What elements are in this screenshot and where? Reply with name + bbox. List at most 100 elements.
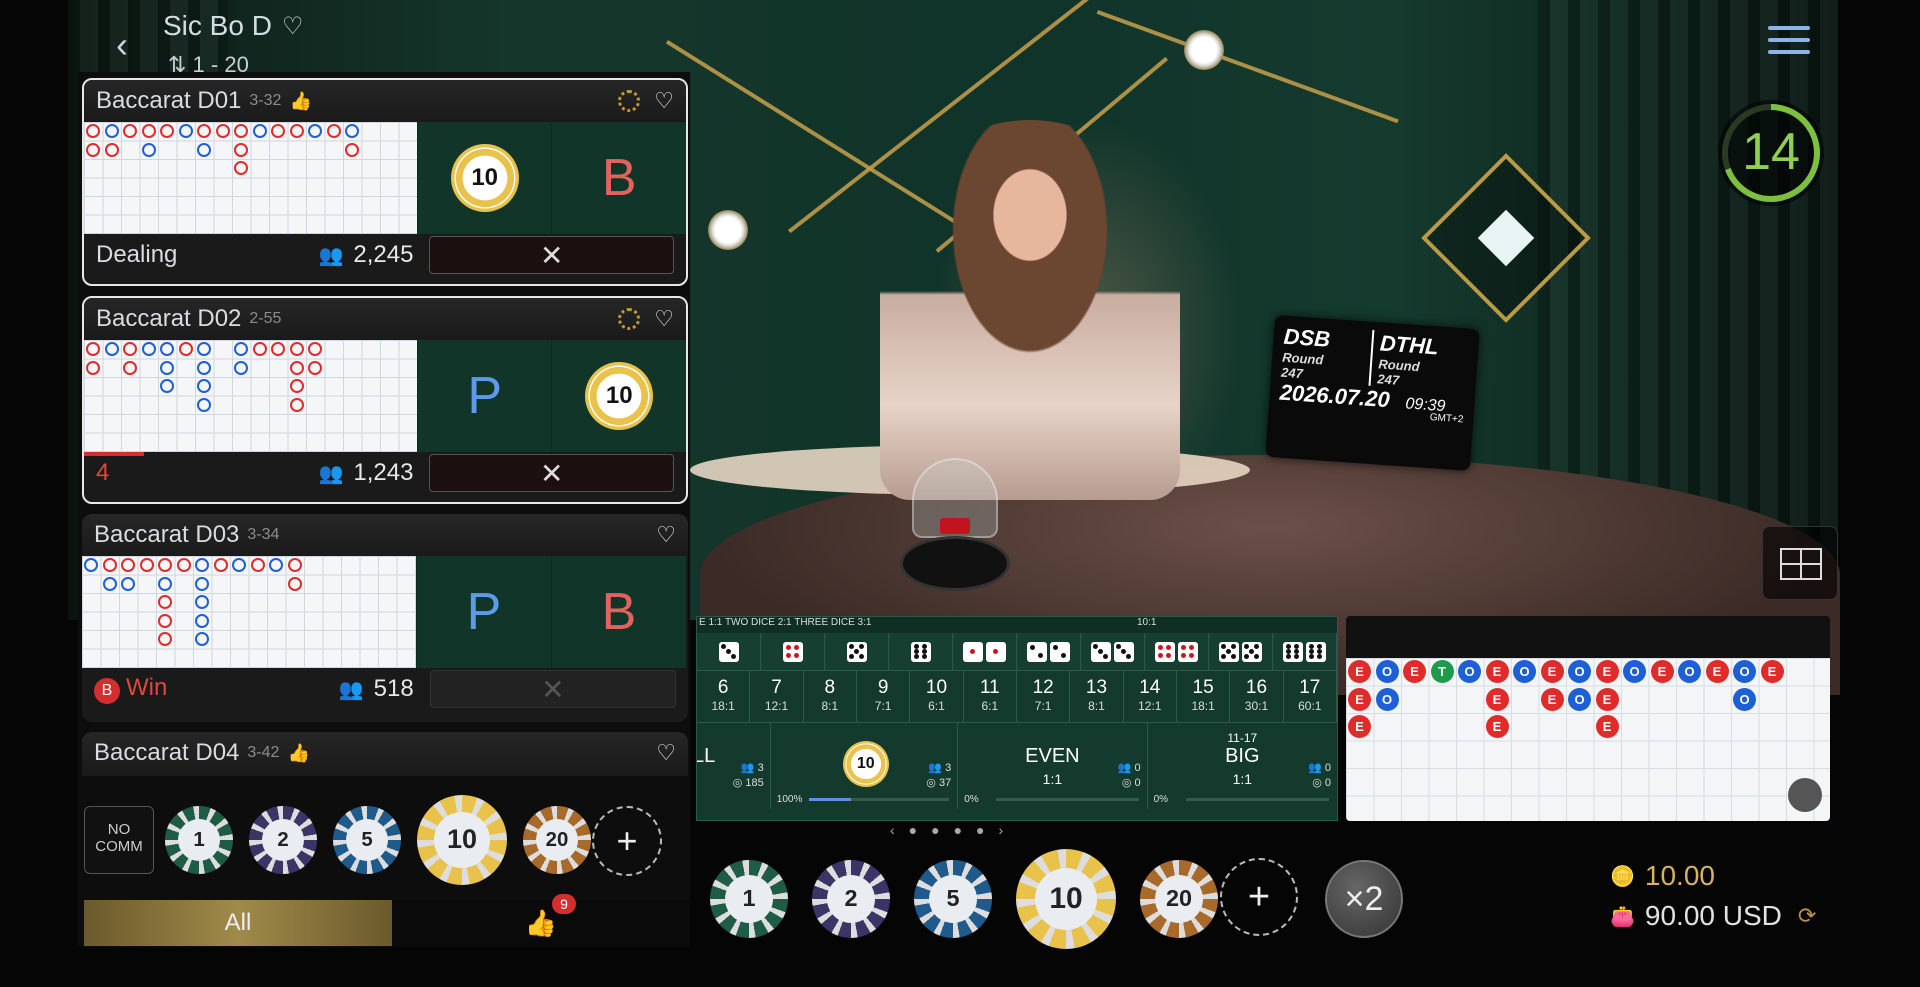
cancel-bet-button[interactable]: ✕ bbox=[429, 670, 676, 708]
no-commission-toggle[interactable]: NO COMM bbox=[84, 806, 154, 874]
die-5-icon bbox=[1219, 641, 1239, 662]
bet-big[interactable]: 11-17 BIG 1:1 👥 0 ◎ 0 0% bbox=[1148, 723, 1337, 809]
road-bead bbox=[195, 632, 209, 646]
road-bead bbox=[104, 124, 119, 138]
bet-even[interactable]: EVEN 1:1 👥 0 ◎ 0 0% bbox=[958, 723, 1148, 809]
bet-dice-combo[interactable] bbox=[825, 633, 889, 670]
bet-small[interactable]: LL 👥 3◎ 185 bbox=[697, 723, 771, 809]
road-bead bbox=[158, 595, 172, 609]
heart-icon[interactable]: ♡ bbox=[656, 522, 676, 548]
chip-20[interactable]: 20 bbox=[1140, 860, 1218, 938]
gold-line bbox=[1096, 10, 1399, 124]
chip-2[interactable]: 2 bbox=[249, 806, 317, 874]
road-result: E bbox=[1348, 660, 1371, 683]
chip-1[interactable]: 1 bbox=[165, 806, 233, 874]
road-result: O bbox=[1678, 660, 1701, 683]
road-bead bbox=[289, 360, 304, 375]
bet-banker-cell[interactable]: B bbox=[551, 122, 686, 234]
heart-icon[interactable]: ♡ bbox=[654, 306, 674, 332]
bet-total-6[interactable]: 6 18:1 bbox=[697, 671, 751, 722]
chip-5[interactable]: 5 bbox=[333, 806, 401, 874]
bet-dice-combo[interactable] bbox=[761, 633, 825, 670]
chip-value: 10 bbox=[1035, 868, 1097, 930]
road-bead bbox=[158, 613, 172, 628]
bet-banker-cell[interactable]: 10 bbox=[551, 340, 686, 452]
bet-total-16[interactable]: 16 30:1 bbox=[1230, 671, 1284, 722]
bet-total-11[interactable]: 11 6:1 bbox=[964, 671, 1017, 722]
bet-dice-combo[interactable] bbox=[1209, 633, 1273, 670]
chip-20[interactable]: 20 bbox=[523, 806, 591, 874]
add-chip-button[interactable]: + bbox=[592, 806, 662, 876]
add-chip-button[interactable]: + bbox=[1220, 858, 1298, 936]
bet-dice-combo[interactable] bbox=[1081, 633, 1145, 670]
cancel-bet-button[interactable]: ✕ bbox=[429, 236, 674, 274]
players-icon: 👥 bbox=[318, 244, 344, 267]
bet-dice-combo[interactable] bbox=[697, 633, 761, 670]
chip-10[interactable]: 10 bbox=[417, 795, 507, 885]
road-result: O bbox=[1375, 660, 1399, 683]
road-bead bbox=[289, 342, 304, 356]
bet-player-cell[interactable]: 10 bbox=[416, 122, 552, 234]
table-name: Baccarat D03 bbox=[94, 521, 240, 548]
chip-1[interactable]: 1 bbox=[710, 860, 788, 938]
player-count: 2,245 bbox=[353, 241, 414, 268]
road-bead bbox=[160, 342, 174, 356]
bet-total-7[interactable]: 7 12:1 bbox=[750, 671, 804, 722]
bet-player-cell[interactable]: P bbox=[416, 340, 552, 452]
chip-2[interactable]: 2 bbox=[812, 860, 890, 938]
bet-dice-combo[interactable] bbox=[889, 633, 953, 670]
thumbs-up-icon: 👍 bbox=[289, 90, 312, 111]
table-card-d04[interactable]: Baccarat D04 3-42 👍 ♡ bbox=[82, 732, 688, 776]
lamp bbox=[1184, 30, 1224, 70]
bet-total-13[interactable]: 13 8:1 bbox=[1070, 671, 1124, 722]
menu-button[interactable] bbox=[1768, 26, 1810, 58]
chip-10[interactable]: 10 bbox=[1016, 849, 1116, 949]
swap-road-button[interactable] bbox=[1788, 778, 1822, 812]
dealer bbox=[880, 120, 1180, 500]
heart-icon[interactable]: ♡ bbox=[654, 88, 674, 114]
chip-10-placed: 10 bbox=[842, 741, 889, 787]
bet-player-cell[interactable]: P bbox=[416, 556, 551, 668]
heart-icon[interactable]: ♡ bbox=[656, 740, 676, 766]
tab-favorites[interactable]: 👍 bbox=[392, 900, 690, 946]
back-button[interactable]: ‹ bbox=[104, 25, 140, 65]
die-3-icon bbox=[718, 641, 739, 662]
board-pager[interactable]: ‹●●●●› bbox=[890, 822, 1017, 838]
payout-header: E 1:1 TWO DICE 2:1 THREE DICE 3:1 bbox=[699, 617, 872, 628]
bet-dice-combo[interactable] bbox=[1145, 633, 1209, 670]
bet-total-14[interactable]: 14 12:1 bbox=[1124, 671, 1177, 722]
road-bead bbox=[102, 558, 117, 572]
die-6-icon bbox=[1306, 641, 1326, 662]
road-bead bbox=[195, 613, 209, 628]
double-bet-button[interactable]: ×2 bbox=[1325, 860, 1403, 938]
bead-road bbox=[84, 340, 417, 452]
bet-banker-cell[interactable]: B bbox=[551, 556, 686, 668]
table-card-d02[interactable]: Baccarat D02 2-55 ♡ P 10 4 👥 1,243 ✕ bbox=[82, 296, 688, 504]
road-result: E bbox=[1485, 687, 1509, 711]
bet-total-9[interactable]: 9 7:1 bbox=[857, 671, 911, 722]
bettor-count: 3 bbox=[945, 762, 952, 774]
bet-dice-combo[interactable] bbox=[953, 633, 1017, 670]
table-card-d01[interactable]: Baccarat D01 3-32 👍 ♡ 10 B Dealing 👥 2,24… bbox=[82, 78, 688, 286]
bet-total-12[interactable]: 12 7:1 bbox=[1017, 671, 1071, 722]
die-6-icon bbox=[910, 641, 931, 662]
bet-total-8[interactable]: 8 8:1 bbox=[804, 671, 857, 722]
road-result: E bbox=[1403, 660, 1426, 683]
road-bead bbox=[326, 124, 341, 138]
chip-5[interactable]: 5 bbox=[914, 860, 992, 938]
bet-odd[interactable]: 10 👥 3 ◎ 37 100% bbox=[771, 723, 959, 809]
bet-dice-combo[interactable] bbox=[1017, 633, 1081, 670]
bet-total-17[interactable]: 17 60:1 bbox=[1284, 671, 1337, 722]
table-status: Dealing bbox=[96, 241, 178, 268]
tab-all[interactable]: All bbox=[84, 900, 392, 946]
road-bead bbox=[121, 576, 135, 591]
table-card-d03[interactable]: Baccarat D03 3-34 ♡ P B B Win 👥 518 ✕ bbox=[82, 514, 688, 722]
bet-dice-combo[interactable] bbox=[1273, 633, 1337, 670]
favorite-heart-icon[interactable]: ♡ bbox=[282, 12, 304, 41]
layout-toggle-button[interactable] bbox=[1762, 526, 1838, 600]
road-bead bbox=[158, 632, 172, 646]
bet-total-15[interactable]: 15 18:1 bbox=[1177, 671, 1231, 722]
bet-total-10[interactable]: 10 6:1 bbox=[910, 671, 964, 722]
cancel-bet-button[interactable]: ✕ bbox=[429, 454, 674, 492]
refresh-icon[interactable]: ⟳ bbox=[1798, 903, 1816, 929]
